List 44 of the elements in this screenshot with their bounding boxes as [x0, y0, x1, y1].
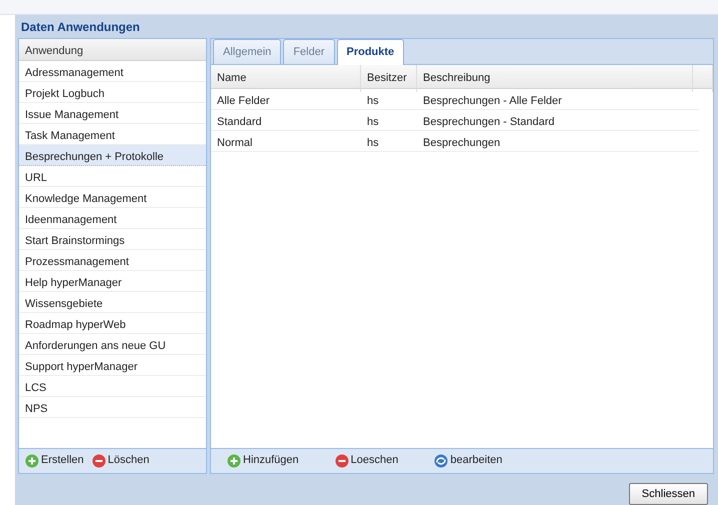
sidebar-item[interactable]: Roadmap hyperWeb — [19, 313, 206, 334]
table-cell-text: Alle Felder — [216, 94, 271, 109]
table-cell-text: Besprechungen — [422, 136, 502, 151]
table-cell-text: hs — [366, 94, 380, 109]
sidebar-item[interactable]: Issue Management — [19, 103, 206, 124]
sidebar-item[interactable]: Ideenmanagement — [19, 208, 206, 229]
sidebar-item[interactable]: Prozessmanagement — [19, 250, 206, 271]
window-title: Daten Anwendungen — [20, 19, 141, 36]
tab[interactable]: Produkte — [336, 38, 404, 65]
sidebar-item[interactable]: Adressmanagement — [19, 61, 206, 82]
table-cell-text: Normal — [216, 136, 254, 151]
add-button[interactable]: Erstellen — [25, 452, 84, 469]
sidebar-item[interactable]: NPS — [19, 397, 206, 418]
table-cell-text: Besprechungen - Alle Felder — [422, 94, 563, 109]
table-cell-text: Besprechungen - Standard — [422, 115, 556, 130]
sidebar-item[interactable]: URL — [19, 166, 206, 187]
sidebar-item[interactable]: Start Brainstormings — [19, 229, 206, 250]
sidebar-item[interactable]: Help hyperManager — [19, 271, 206, 292]
sidebar-item[interactable]: LCS — [19, 376, 206, 397]
sidebar-item[interactable]: Support hyperManager — [19, 355, 206, 376]
edit-button[interactable]: bearbeiten — [434, 452, 502, 469]
plus-icon — [25, 454, 39, 468]
minus-icon — [334, 454, 349, 468]
column-header[interactable]: Beschreibung — [417, 65, 693, 92]
column-header[interactable]: Besitzer — [361, 65, 417, 92]
table-cell-text: hs — [366, 115, 380, 130]
close-button[interactable]: Schliessen — [628, 482, 708, 505]
refresh-icon — [434, 454, 448, 468]
sidebar-item[interactable]: Besprechungen + Protokolle — [19, 145, 206, 166]
sidebar-item[interactable]: Knowledge Management — [19, 187, 206, 208]
column-header[interactable]: Anwendung — [19, 39, 206, 61]
minus-icon — [92, 454, 106, 468]
plus-icon — [227, 454, 241, 468]
tab[interactable]: Allgemein — [213, 38, 282, 64]
sidebar-item[interactable]: Wissensgebiete — [19, 292, 206, 313]
table-cell-text: Standard — [216, 115, 263, 130]
delete-button[interactable]: Löschen — [92, 452, 150, 469]
delete-button[interactable]: Loeschen — [334, 452, 398, 469]
sidebar-item[interactable]: Anforderungen ans neue GU — [19, 334, 206, 355]
table-cell-text: hs — [366, 136, 380, 151]
add-button[interactable]: Hinzufügen — [227, 452, 299, 469]
sidebar-item[interactable]: Projekt Logbuch — [19, 82, 206, 103]
tab[interactable]: Felder — [283, 38, 334, 64]
column-header[interactable]: Name — [211, 65, 361, 92]
